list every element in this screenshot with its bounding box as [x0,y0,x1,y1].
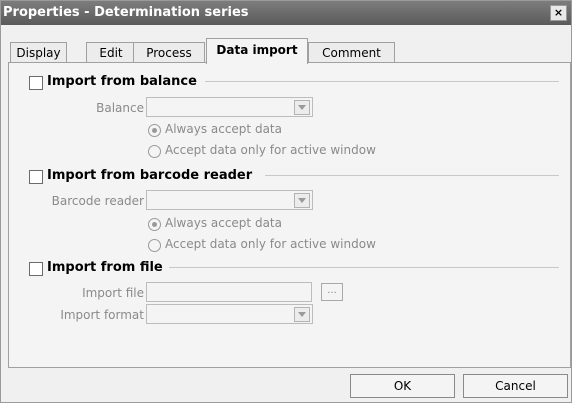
data-import-panel: Import from balance Balance Always accep… [8,62,571,368]
properties-dialog: Properties - Determination series × Disp… [0,0,572,403]
balance-always-label: Always accept data [165,122,282,136]
balance-active-window-label: Accept data only for active window [165,143,376,157]
tab-data-import[interactable]: Data import [206,38,308,64]
balance-select[interactable] [146,97,313,117]
import-from-barcode-checkbox[interactable] [29,170,43,184]
barcode-always-label: Always accept data [165,216,282,230]
import-from-file-label: Import from file [47,260,163,275]
import-from-balance-checkbox[interactable] [29,76,43,90]
import-file-input[interactable] [146,282,312,302]
ok-button[interactable]: OK [350,374,455,398]
chevron-down-icon[interactable] [294,307,310,322]
close-button[interactable]: × [550,5,567,21]
balance-active-window-radio[interactable] [148,145,161,158]
import-format-label: Import format [60,308,144,322]
tab-display[interactable]: Display [10,42,67,63]
browse-file-button[interactable]: ... [321,283,343,301]
import-from-balance-label: Import from balance [47,74,197,89]
barcode-reader-label: Barcode reader [51,194,144,208]
import-from-barcode-label: Import from barcode reader [47,168,253,183]
title-bar[interactable]: Properties - Determination series × [1,1,571,25]
file-section-divider [169,267,559,268]
balance-always-radio[interactable] [148,124,161,137]
barcode-active-window-radio[interactable] [148,239,161,252]
import-file-label: Import file [82,286,144,300]
tab-process[interactable]: Process [133,42,205,63]
balance-label: Balance [96,101,144,115]
balance-section-divider [205,81,559,82]
barcode-active-window-label: Accept data only for active window [165,237,376,251]
import-format-select[interactable] [146,304,313,324]
tab-comment[interactable]: Comment [308,42,395,63]
chevron-down-icon[interactable] [294,100,310,115]
cancel-button[interactable]: Cancel [463,374,568,398]
import-from-file-checkbox[interactable] [29,262,43,276]
tab-edit[interactable]: Edit [86,42,136,63]
barcode-always-radio[interactable] [148,218,161,231]
chevron-down-icon[interactable] [294,193,310,208]
barcode-reader-select[interactable] [146,190,313,210]
window-title: Properties - Determination series [3,5,249,20]
barcode-section-divider [265,175,559,176]
